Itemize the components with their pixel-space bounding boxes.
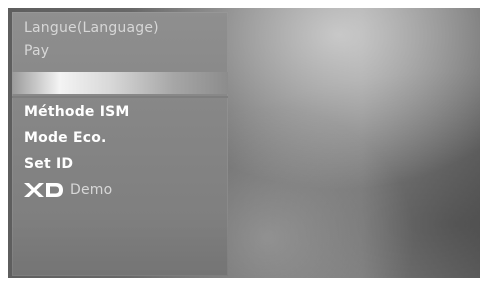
menu-item-eco-mode[interactable]: Mode Eco.	[24, 130, 107, 146]
panel-shade	[12, 216, 228, 276]
menu-item-set-id[interactable]: Set ID	[24, 156, 73, 172]
xd-logo-icon	[24, 182, 64, 198]
menu-item-language[interactable]: Langue(Language)	[24, 20, 159, 36]
demo-label: Demo	[70, 182, 113, 198]
menu-item-ism-method[interactable]: Méthode ISM	[24, 104, 130, 120]
option-menu-panel: Langue(Language) Pay Méthode ISM Mode Ec…	[12, 12, 228, 276]
menu-item-selected-highlight[interactable]	[12, 72, 228, 94]
menu-divider	[12, 96, 228, 98]
menu-item-pay[interactable]: Pay	[24, 43, 49, 59]
tv-screen: Langue(Language) Pay Méthode ISM Mode Ec…	[8, 8, 480, 278]
menu-item-xd-demo[interactable]: Demo	[24, 182, 112, 198]
